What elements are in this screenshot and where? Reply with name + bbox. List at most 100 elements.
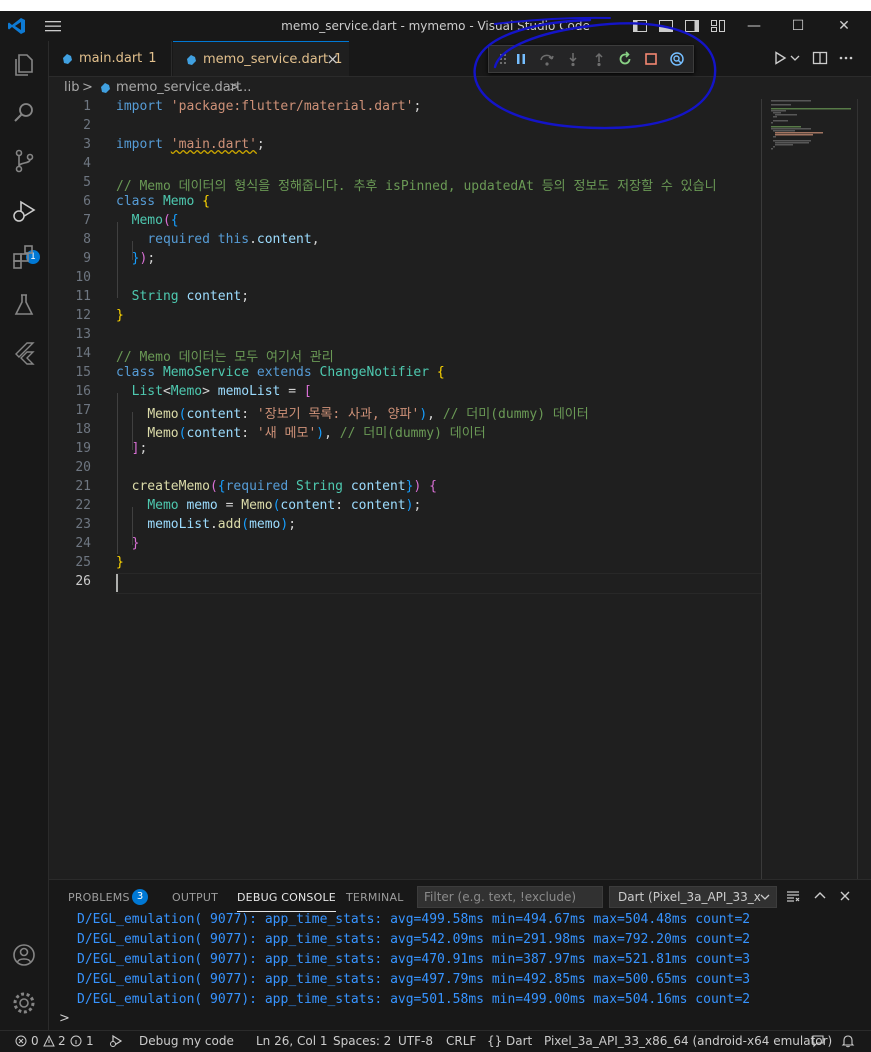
error-count[interactable]: 0: [31, 1034, 39, 1048]
debug-toolbar: [488, 45, 694, 73]
code-line: Memo(content: '장보기 목록: 사과, 양파'), // 더미(d…: [147, 407, 589, 422]
toggle-sidebar-icon[interactable]: [632, 18, 648, 34]
status-bar: 0 2 1 Debug my code Ln 26, Col 1 Spaces:…: [0, 1030, 871, 1052]
code-line: });: [131, 251, 156, 266]
run-and-debug-icon[interactable]: [10, 197, 38, 225]
line-number: 22: [75, 498, 91, 513]
tab-debug-console[interactable]: DEBUG CONSOLE: [237, 891, 336, 912]
account-icon[interactable]: [10, 941, 38, 969]
console-line: D/EGL_emulation( 9077): app_time_stats: …: [77, 932, 751, 947]
step-out-icon[interactable]: [591, 51, 607, 67]
problems-badge: 3: [132, 889, 148, 905]
code-editor[interactable]: 1 2 3 4 5 6 7 8 9 10 11 12 13 14 15 16 17 18 19 20 21 22 23 24 2…: [49, 99, 871, 879]
debug-session-select[interactable]: Dart (Pixel_3a_API_33_x: [609, 886, 777, 908]
error-icon: [15, 1035, 27, 1047]
tab-label: memo_service.dart: [203, 52, 329, 67]
code-line: }: [116, 308, 124, 323]
chevron-down-icon: [760, 894, 770, 900]
source-control-icon[interactable]: [10, 147, 38, 175]
code-line: import 'main.dart';: [116, 137, 265, 152]
run-dropdown-chevron-icon[interactable]: [790, 50, 800, 66]
end-of-line[interactable]: CRLF: [446, 1034, 476, 1048]
feedback-icon[interactable]: [811, 1034, 825, 1048]
encoding[interactable]: UTF-8: [398, 1034, 433, 1048]
close-tab-button[interactable]: ×: [326, 42, 339, 77]
line-number: 10: [75, 270, 91, 285]
tab-output[interactable]: OUTPUT: [172, 891, 218, 904]
device-selector[interactable]: Pixel_3a_API_33_x86_64 (android-x64 emul…: [544, 1034, 832, 1048]
code-line: // Memo 데이터의 형식을 정해줍니다. 추후 isPinned, upd…: [116, 179, 717, 194]
stop-icon[interactable]: [643, 51, 659, 67]
info-count[interactable]: 1: [86, 1034, 94, 1048]
tab-terminal[interactable]: TERMINAL: [346, 891, 404, 904]
notifications-bell-icon[interactable]: [841, 1034, 855, 1048]
tab-problems[interactable]: PROBLEMS: [68, 891, 130, 904]
line-number: 15: [75, 365, 91, 380]
line-number: 3: [83, 137, 91, 152]
pause-icon[interactable]: [513, 51, 529, 67]
toggle-panel-icon[interactable]: [658, 18, 674, 34]
testing-icon[interactable]: [10, 291, 38, 319]
console-filter-input[interactable]: Filter (e.g. text, !exclude): [417, 886, 603, 908]
code-line: class MemoService extends ChangeNotifier…: [116, 365, 445, 380]
flutter-icon[interactable]: [10, 339, 38, 367]
more-actions-icon[interactable]: [838, 50, 854, 66]
tab-problem-count: 1: [148, 51, 157, 66]
code-line: class Memo {: [116, 194, 210, 209]
language-mode[interactable]: Dart: [506, 1034, 532, 1048]
line-number: 8: [83, 232, 91, 247]
code-line: // Memo 데이터는 모두 여기서 관리: [116, 350, 334, 365]
line-number: 1: [83, 99, 91, 114]
scrollbar-track[interactable]: [857, 99, 858, 879]
line-number: 17: [75, 403, 91, 418]
window-title: memo_service.dart - mymemo - Visual Stud…: [281, 19, 590, 33]
step-into-icon[interactable]: [565, 51, 581, 67]
maximize-panel-icon[interactable]: [813, 889, 827, 903]
cursor-position[interactable]: Ln 26, Col 1: [256, 1034, 328, 1048]
console-line: D/EGL_emulation( 9077): app_time_stats: …: [77, 912, 751, 927]
debug-session-label: Dart (Pixel_3a_API_33_x: [618, 890, 761, 904]
split-editor-icon[interactable]: [812, 50, 828, 66]
line-number: 25: [75, 555, 91, 570]
code-line: createMemo({required String content}) {: [131, 479, 437, 494]
maximize-button[interactable]: ☐: [788, 17, 808, 35]
toggle-secondary-sidebar-icon[interactable]: [684, 18, 700, 34]
settings-gear-icon[interactable]: [10, 989, 38, 1017]
run-icon[interactable]: [772, 50, 788, 66]
indentation[interactable]: Spaces: 2: [333, 1034, 391, 1048]
line-number: 24: [75, 536, 91, 551]
code-line: import 'package:flutter/material.dart';: [116, 99, 422, 114]
warning-icon: [43, 1035, 55, 1047]
restart-icon[interactable]: [617, 51, 633, 67]
dart-file-icon: [101, 83, 110, 93]
clear-console-icon[interactable]: [786, 889, 800, 903]
editor-ruler: [761, 99, 762, 879]
minimize-button[interactable]: —: [744, 17, 764, 35]
explorer-icon[interactable]: [10, 51, 38, 79]
tab-memo-service-dart[interactable]: memo_service.dart 1 ×: [173, 41, 349, 76]
debug-config[interactable]: Debug my code: [139, 1034, 234, 1048]
step-over-icon[interactable]: [539, 51, 555, 67]
breadcrumb-folder[interactable]: lib: [64, 80, 79, 95]
line-number: 12: [75, 308, 91, 323]
search-icon[interactable]: [10, 99, 38, 127]
warning-count[interactable]: 2: [58, 1034, 66, 1048]
dart-file-icon: [63, 53, 72, 64]
line-number: 26: [75, 574, 91, 589]
breadcrumb-more[interactable]: ...: [239, 80, 251, 95]
close-window-button[interactable]: ✕: [834, 17, 854, 35]
info-icon: [70, 1035, 82, 1047]
code-line: Memo memo = Memo(content: content);: [147, 498, 422, 513]
line-number: 18: [75, 422, 91, 437]
close-panel-icon[interactable]: [838, 889, 852, 903]
breadcrumb-file[interactable]: memo_service.dart: [116, 80, 241, 95]
extensions-icon[interactable]: [10, 243, 38, 271]
customize-layout-icon[interactable]: [710, 18, 726, 34]
code-line: String content;: [131, 289, 250, 304]
console-input-prompt[interactable]: >: [59, 1011, 70, 1026]
tab-main-dart[interactable]: main.dart 1: [49, 41, 172, 76]
minimap[interactable]: [769, 99, 859, 879]
flutter-inspector-icon[interactable]: [669, 51, 685, 67]
drag-handle-icon[interactable]: [495, 51, 511, 67]
code-line: }: [131, 536, 140, 551]
